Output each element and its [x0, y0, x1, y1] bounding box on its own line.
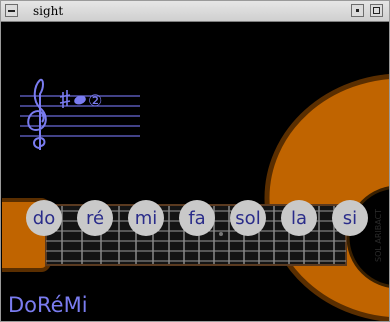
note-button-do[interactable]: do — [26, 200, 62, 236]
app-logo-text: DoRéMi — [8, 293, 88, 317]
sharp-icon — [59, 90, 71, 108]
finger-number: ② — [88, 91, 102, 110]
maximize-button[interactable] — [370, 4, 383, 17]
note-button-fa[interactable]: fa — [179, 200, 215, 236]
minimize-button[interactable] — [351, 4, 364, 17]
note-button-si[interactable]: si — [332, 200, 368, 236]
guitar-label: SOL ARIBACT — [374, 208, 383, 262]
treble-clef-icon — [27, 78, 47, 150]
note-button-sol[interactable]: sol — [230, 200, 266, 236]
window-title: sight — [33, 4, 64, 18]
window-menu-button[interactable] — [5, 4, 18, 17]
fret-marker — [219, 232, 223, 236]
guitar-scene: ② — [2, 74, 389, 321]
note-button-la[interactable]: la — [281, 200, 317, 236]
title-bar: sight — [1, 1, 389, 22]
app-window: sight ② do ré mi fa sol la si SOL ARIBAC… — [0, 0, 390, 322]
note-button-mi[interactable]: mi — [128, 200, 164, 236]
game-area: ② do ré mi fa sol la si SOL ARIBACT DoRé… — [2, 22, 389, 321]
note-button-re[interactable]: ré — [77, 200, 113, 236]
